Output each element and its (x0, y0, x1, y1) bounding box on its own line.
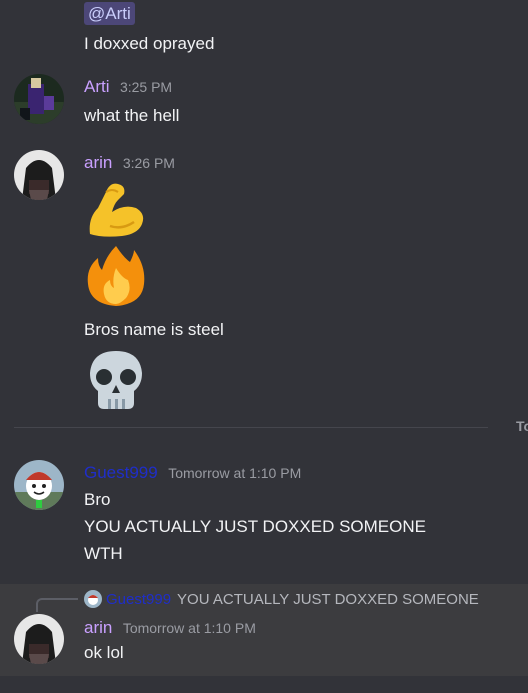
timestamp: 3:26 PM (122, 155, 175, 171)
flexed-biceps-emoji (89, 183, 144, 237)
message-text: I doxxed oprayed (84, 34, 215, 53)
date-divider-label: To (516, 418, 528, 434)
user-mention[interactable]: @Arti (84, 2, 135, 25)
message-text: Bro (84, 490, 111, 509)
message-text: Bros name is steel (84, 320, 224, 339)
reply-connector (36, 598, 78, 612)
avatar[interactable] (14, 74, 64, 124)
avatar[interactable] (14, 460, 64, 510)
author-name[interactable]: arin (84, 153, 112, 172)
timestamp: Tomorrow at 1:10 PM (122, 620, 256, 636)
author-name[interactable]: arin (84, 618, 112, 637)
reply-avatar-icon (84, 590, 102, 608)
author-name[interactable]: Guest999 (84, 463, 158, 482)
message-text: ok lol (84, 643, 124, 662)
skull-emoji (90, 351, 142, 409)
fire-emoji (87, 246, 145, 306)
author-name[interactable]: Arti (84, 77, 110, 96)
timestamp: Tomorrow at 1:10 PM (168, 465, 302, 481)
date-divider (14, 427, 488, 428)
reply-text[interactable]: YOU ACTUALLY JUST DOXXED SOMEONE (177, 591, 479, 608)
reply-preview[interactable]: Guest999 YOU ACTUALLY JUST DOXXED SOMEONE (84, 590, 479, 610)
timestamp: 3:25 PM (119, 79, 173, 95)
message-text: WTH (84, 544, 123, 563)
message-text: YOU ACTUALLY JUST DOXXED SOMEONE (84, 517, 426, 536)
avatar[interactable] (14, 614, 64, 664)
reply-author[interactable]: Guest999 (106, 591, 171, 608)
avatar[interactable] (14, 150, 64, 200)
message-text: what the hell (84, 106, 180, 125)
